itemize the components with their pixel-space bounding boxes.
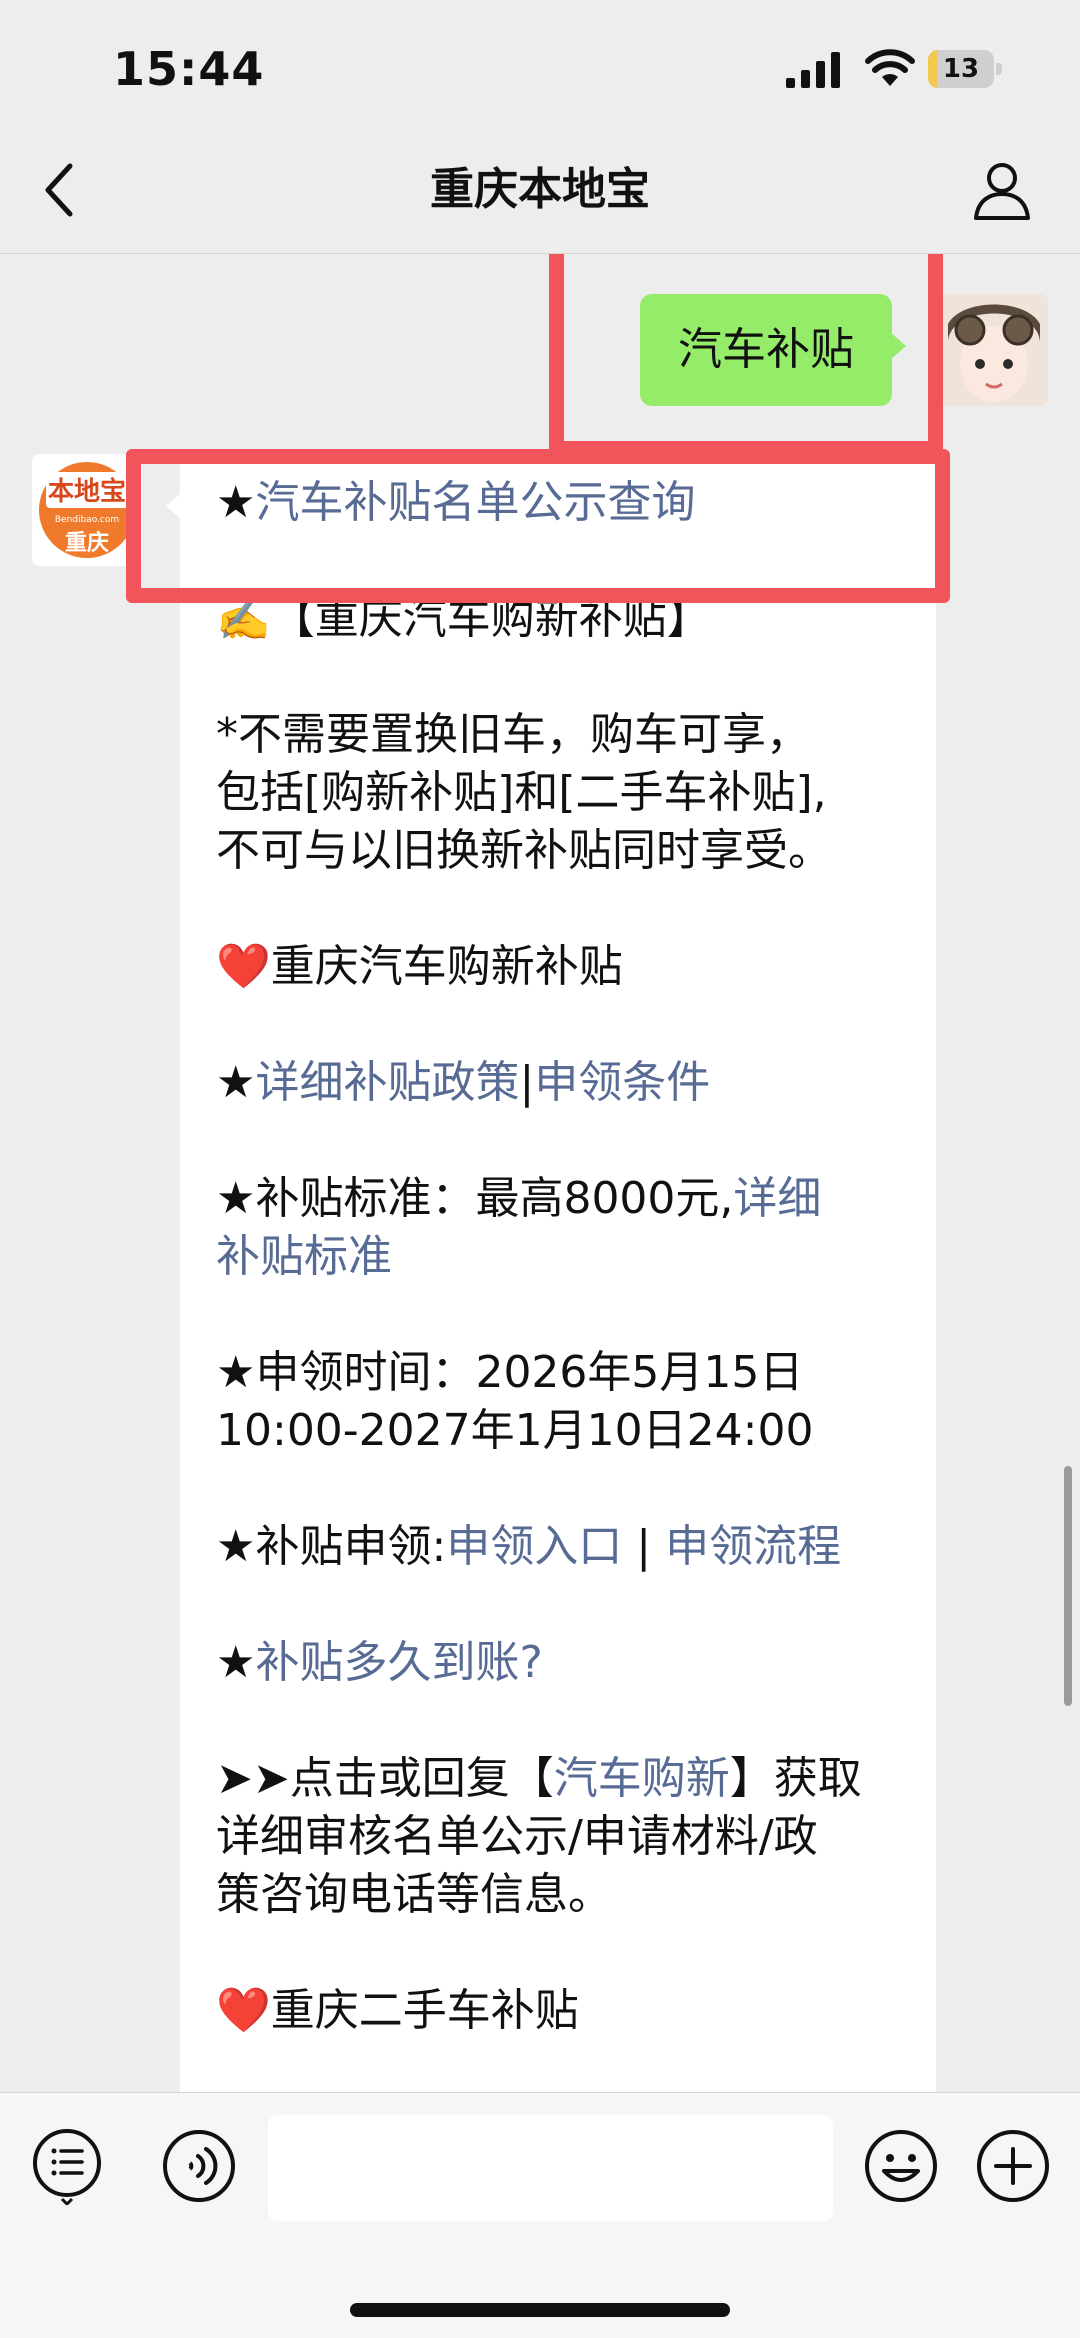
line-5: ★详细补贴政策|申领条件 bbox=[216, 1057, 711, 1108]
bot-avatar-top-text: 本地宝 bbox=[48, 476, 126, 507]
battery-level: 13 bbox=[942, 54, 980, 84]
message-input[interactable] bbox=[268, 2115, 833, 2221]
chat-title: 重庆本地宝 bbox=[430, 164, 650, 215]
line-7: ★申领时间：2026年5月15日 10:00-2027年1月10日24:00 bbox=[216, 1347, 814, 1456]
scrollbar[interactable] bbox=[1064, 1466, 1072, 1706]
link-car-purchase[interactable]: 汽车购新 bbox=[554, 1753, 730, 1804]
line-4: ❤️重庆汽车购新补贴 bbox=[216, 941, 623, 992]
line-11: ❤️重庆二手车补贴 bbox=[216, 1985, 579, 2036]
line-3: *不需要置换旧车，购车可享， 包括[购新补贴]和[二手车补贴], 不可与以旧换新补贴… bbox=[216, 709, 832, 876]
link-policy-details[interactable]: 详细补贴政策 bbox=[255, 1057, 519, 1108]
link-standard-a[interactable]: 详细 bbox=[733, 1173, 821, 1224]
highlight-box-user bbox=[549, 254, 943, 456]
menu-list-icon[interactable] bbox=[28, 2127, 106, 2205]
link-apply-entry[interactable]: 申领入口 bbox=[446, 1521, 622, 1572]
user-avatar[interactable] bbox=[940, 294, 1048, 406]
status-time: 15:44 bbox=[113, 42, 265, 96]
highlight-box-bot bbox=[126, 449, 950, 603]
plus-icon[interactable] bbox=[974, 2127, 1052, 2205]
line-10: ➤➤点击或回复【汽车购新】获取 详细审核名单公示/申请材料/政 策咨询电话等信息。 bbox=[216, 1753, 862, 1920]
line-8: ★补贴申领:申领入口 | 申领流程 bbox=[216, 1521, 842, 1572]
wifi-icon bbox=[865, 49, 915, 86]
chat-area[interactable]: 汽车补贴 本地宝 Bendibao.com 重庆 ★汽车补贴名单公示查询 ✍️【… bbox=[0, 254, 1080, 2092]
line-6: ★补贴标准：最高8000元,详细 补贴标准 bbox=[216, 1173, 822, 1282]
battery-indicator: 13 bbox=[928, 50, 1004, 90]
link-standard-b[interactable]: 补贴标准 bbox=[216, 1231, 392, 1282]
link-arrival-time[interactable]: 补贴多久到账? bbox=[255, 1637, 542, 1688]
bot-message-bubble: ★汽车补贴名单公示查询 ✍️【重庆汽车购新补贴】 *不需要置换旧车，购车可享，包… bbox=[166, 454, 936, 2092]
link-conditions[interactable]: 申领条件 bbox=[534, 1057, 710, 1108]
bot-avatar-bottom-text: 重庆 bbox=[65, 530, 109, 556]
top-bar: 15:44 13 重庆本地宝 bbox=[0, 0, 1080, 254]
voice-icon[interactable] bbox=[160, 2127, 238, 2205]
line-9: ★补贴多久到账? bbox=[216, 1637, 543, 1688]
link-apply-process[interactable]: 申领流程 bbox=[665, 1521, 841, 1572]
home-indicator[interactable] bbox=[350, 2303, 730, 2317]
emoji-icon[interactable] bbox=[862, 2127, 940, 2205]
profile-icon[interactable] bbox=[970, 158, 1034, 222]
cellular-signal-icon bbox=[786, 52, 840, 88]
input-bar bbox=[0, 2092, 1080, 2338]
bot-avatar-mid-text: Bendibao.com bbox=[55, 515, 119, 525]
